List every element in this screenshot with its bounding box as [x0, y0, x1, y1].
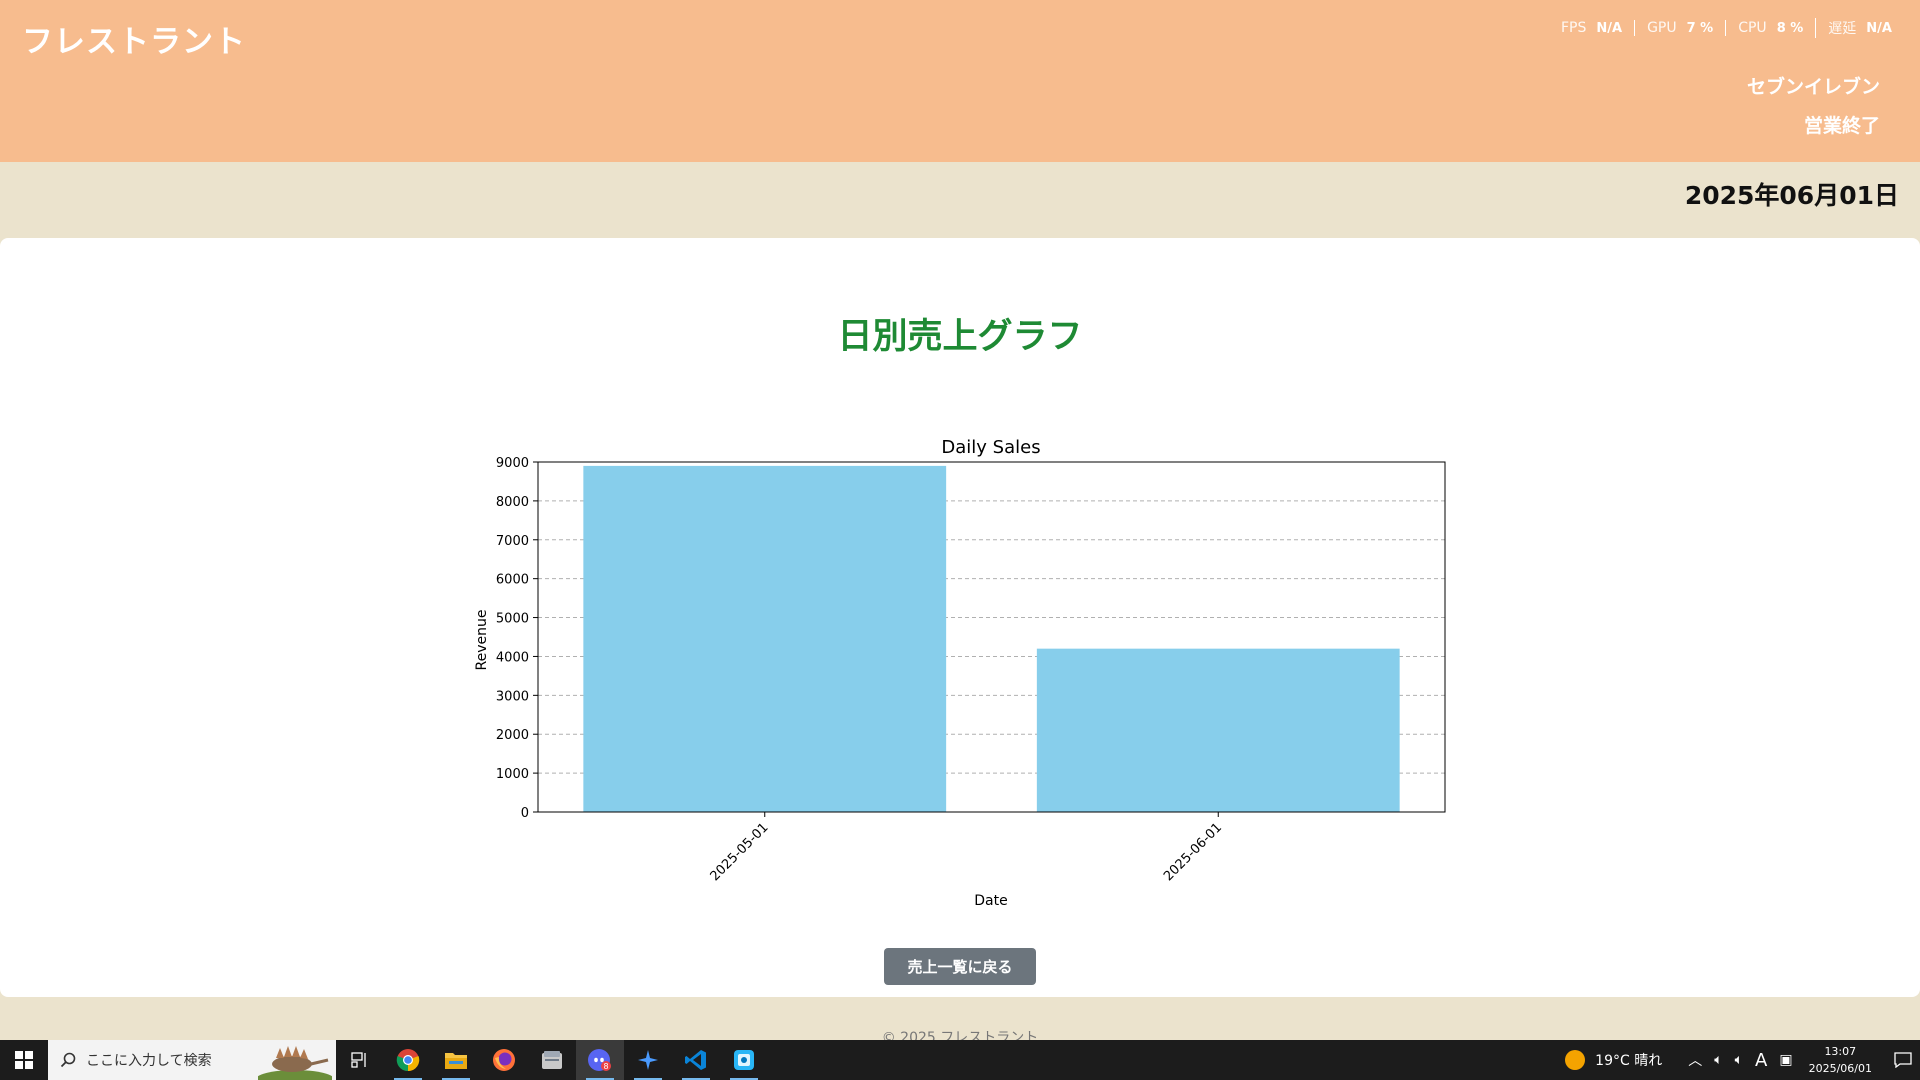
perf-value: 8 %: [1776, 20, 1804, 36]
sun-icon: [1565, 1050, 1586, 1070]
perf-value: N/A: [1866, 20, 1892, 36]
taskbar-app-copilot[interactable]: [624, 1040, 672, 1080]
notification-center-button[interactable]: [1886, 1052, 1920, 1068]
search-icon: [60, 1052, 76, 1068]
y-tick-label: 5000: [496, 612, 529, 627]
system-tray: 19°C 晴れ ︿ 🔈︎ 🔈︎ A ▣ 13:07 2025/06/01: [1565, 1040, 1920, 1080]
clock-date: 2025/06/01: [1808, 1062, 1872, 1075]
perf-label: FPS: [1560, 20, 1587, 36]
perf-value: N/A: [1596, 20, 1623, 36]
ime-indicator[interactable]: A: [1755, 1050, 1767, 1071]
taskbar-app-firefox[interactable]: [480, 1040, 528, 1080]
perf-latency: 遅延 N/A: [1815, 18, 1904, 38]
perf-label: 遅延: [1828, 21, 1857, 37]
y-tick-label: 7000: [496, 534, 529, 549]
chrome-icon: [396, 1049, 420, 1072]
windows-logo-icon: [15, 1051, 33, 1069]
perf-label: CPU: [1738, 20, 1767, 36]
weather-widget[interactable]: 19°C 晴れ: [1565, 1050, 1662, 1070]
taskbar-app-discord[interactable]: 8: [576, 1040, 624, 1080]
perf-value: 7 %: [1686, 20, 1714, 36]
y-tick-label: 9000: [496, 456, 529, 471]
weather-text: 19°C 晴れ: [1595, 1053, 1663, 1069]
file-explorer-icon: [445, 1053, 467, 1069]
taskbar-app-vscode[interactable]: [672, 1040, 720, 1080]
y-tick-label: 4000: [496, 650, 529, 665]
y-tick-label: 2000: [496, 728, 529, 743]
discord-badge: 8: [603, 1062, 608, 1071]
chevron-up-icon[interactable]: ︿: [1688, 1050, 1702, 1070]
speaker-icon[interactable]: 🔈︎: [1714, 1052, 1722, 1068]
back-to-sales-list-button[interactable]: 売上一覧に戻る: [884, 948, 1036, 985]
perf-overlay: FPS N/A GPU 7 % CPU 8 % 遅延 N/A: [1549, 18, 1904, 38]
task-view-icon: [351, 1052, 366, 1068]
store-name: セブンイレブン: [1746, 76, 1880, 98]
perf-cpu: CPU 8 %: [1725, 20, 1815, 36]
windows-taskbar: ここに入力して検索 8 19°C 晴れ ︿ 🔈︎ 🔈︎ A ▣ 13:07 20…: [0, 1040, 1920, 1080]
notification-icon: [1894, 1052, 1912, 1068]
clock-time: 13:07: [1824, 1045, 1857, 1058]
chart-y-axis-label: Revenue: [474, 610, 490, 671]
ime-mode-icon[interactable]: ▣: [1779, 1052, 1792, 1068]
files-icon: [542, 1051, 562, 1069]
bar-2025-06-01: [1036, 648, 1400, 812]
taskbar-app-chrome[interactable]: [384, 1040, 432, 1080]
perf-fps: FPS N/A: [1549, 20, 1634, 36]
x-tick-label: 2025-05-01: [708, 820, 772, 884]
y-tick-label: 8000: [496, 495, 529, 510]
taskbar-search[interactable]: ここに入力して検索: [48, 1040, 336, 1080]
taskbar-app-file-explorer[interactable]: [432, 1040, 480, 1080]
current-date: 2025年06月01日: [1684, 181, 1899, 210]
chart-card: 日別売上グラフ 0 1000 2000 3000 4000 5000 6000 7000 800…: [0, 238, 1920, 997]
y-tick-label: 0: [521, 806, 529, 821]
y-tick-label: 1000: [496, 767, 529, 782]
firefox-icon: [493, 1049, 515, 1071]
taskbar-clock[interactable]: 13:07 2025/06/01: [1809, 1043, 1872, 1077]
bar-2025-05-01: [583, 465, 947, 812]
app-window-icon: [734, 1050, 754, 1070]
start-button[interactable]: [0, 1040, 48, 1080]
perf-gpu: GPU 7 %: [1634, 20, 1725, 36]
chart-title: Daily Sales: [941, 437, 1040, 458]
copilot-sparkle-icon: [638, 1050, 658, 1070]
task-view-button[interactable]: [336, 1040, 384, 1080]
y-tick-label: 6000: [496, 573, 529, 588]
taskbar-app-generic[interactable]: [720, 1040, 768, 1080]
taskbar-app-files[interactable]: [528, 1040, 576, 1080]
discord-icon: 8: [588, 1049, 611, 1071]
vscode-icon: [685, 1050, 706, 1070]
app-header: フレストラント FPS N/A GPU 7 % CPU 8 % 遅延 N/A セ…: [0, 0, 1920, 162]
store-status: 営業終了: [1803, 115, 1880, 137]
chart-x-axis-label: Date: [974, 893, 1007, 909]
perf-label: GPU: [1647, 20, 1677, 36]
brand-title[interactable]: フレストラント: [22, 16, 246, 61]
speaker-secondary-icon[interactable]: 🔈︎: [1735, 1052, 1743, 1068]
dinosaur-illustration-icon: [258, 1046, 332, 1080]
sales-chart: 0 1000 2000 3000 4000 5000 6000 7000 8000 9000 202…: [474, 437, 1446, 909]
search-placeholder: ここに入力して検索: [86, 1053, 212, 1069]
y-tick-label: 3000: [496, 689, 529, 704]
x-tick-label: 2025-06-01: [1161, 820, 1225, 884]
